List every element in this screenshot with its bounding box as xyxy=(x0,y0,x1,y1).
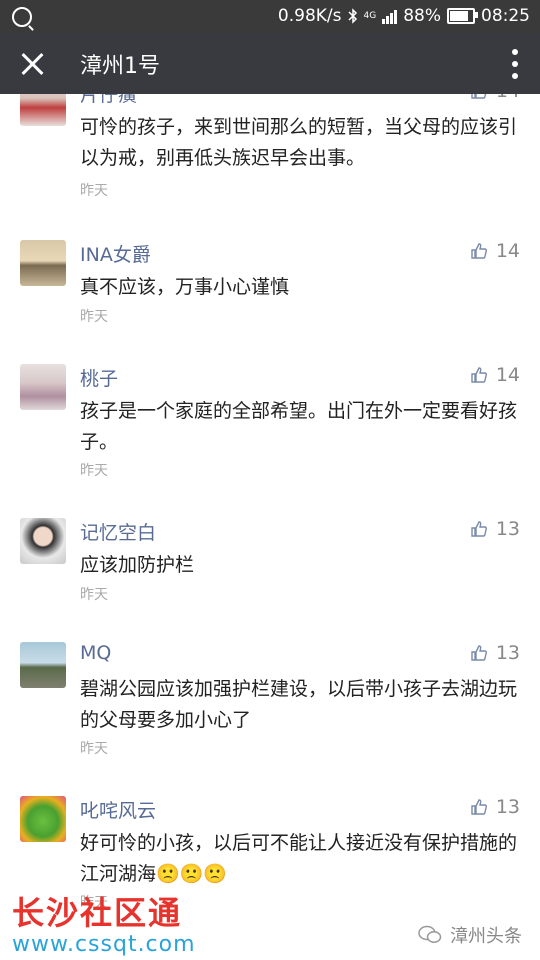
network-type: 4G xyxy=(363,10,377,21)
like-button[interactable]: 14 xyxy=(470,94,520,102)
source-watermark: 漳州头条 xyxy=(418,922,522,948)
avatar[interactable] xyxy=(20,94,66,126)
watermark-url: www.cssqt.com xyxy=(12,932,196,957)
comment-text: 可怜的孩子，来到世间那么的短暂，当父母的应该引以为戒，别再低头族迟早会出事。 xyxy=(80,116,518,169)
app-header: 漳州1号 xyxy=(0,34,540,94)
comment-author[interactable]: INA女爵 xyxy=(80,240,151,267)
like-button[interactable]: 14 xyxy=(470,364,520,386)
comment-text: 好可怜的小孩，以后可不能让人接近没有保护措施的江河湖海🙁🙁🙁 xyxy=(80,832,518,885)
status-right: 0.98K/s 4G 88% 08:25 xyxy=(278,6,530,26)
like-count: 13 xyxy=(495,796,520,818)
like-count: 14 xyxy=(495,364,520,386)
comment-author[interactable]: 片仔癀 xyxy=(80,94,137,107)
comment-time: 昨天 xyxy=(80,587,108,603)
signal-icon xyxy=(382,8,398,24)
more-icon[interactable] xyxy=(512,49,518,79)
avatar[interactable] xyxy=(20,240,66,286)
comment-author[interactable]: 桃子 xyxy=(80,364,118,391)
comment-text: 碧湖公园应该加强护栏建设，以后带小孩子去湖边玩的父母要多加小心了 xyxy=(80,678,518,731)
like-count: 13 xyxy=(495,642,520,664)
watermark: 长沙社区通 www.cssqt.com xyxy=(12,888,196,957)
thumb-up-icon xyxy=(471,799,487,815)
bluetooth-icon xyxy=(347,8,358,24)
comment-time: 昨天 xyxy=(80,741,108,757)
clock: 08:25 xyxy=(481,6,530,26)
battery-icon xyxy=(447,8,478,24)
like-count: 14 xyxy=(495,240,520,262)
status-bar: 0.98K/s 4G 88% 08:25 xyxy=(0,0,540,34)
comment-list[interactable]: 片仔癀 14 可怜的孩子，来到世间那么的短暂，当父母的应该引以为戒，别再低头族迟… xyxy=(0,94,540,960)
comment-author[interactable]: MQ xyxy=(80,642,111,664)
watermark-brand: 长沙社区通 xyxy=(12,894,183,932)
thumb-up-icon xyxy=(471,94,487,99)
like-button[interactable]: 13 xyxy=(470,642,520,664)
like-count: 13 xyxy=(495,518,520,540)
thumb-up-icon xyxy=(471,521,487,537)
like-count: 14 xyxy=(496,94,520,102)
comment-text: 孩子是一个家庭的全部希望。出门在外一定要看好孩子。 xyxy=(80,400,518,453)
comment-text: 真不应该，万事小心谨慎 xyxy=(80,276,290,298)
search-notification-icon xyxy=(12,7,32,27)
comment-text: 应该加防护栏 xyxy=(80,554,195,576)
comment-author[interactable]: 叱咤风云 xyxy=(80,796,156,823)
close-icon[interactable] xyxy=(18,50,46,78)
avatar[interactable] xyxy=(20,364,66,410)
avatar[interactable] xyxy=(20,642,66,688)
like-button[interactable]: 14 xyxy=(470,240,520,262)
comment-time: 昨天 xyxy=(80,183,108,199)
page-title: 漳州1号 xyxy=(80,54,160,79)
comment-author[interactable]: 记忆空白 xyxy=(80,518,156,545)
comment-time: 昨天 xyxy=(80,463,108,479)
thumb-up-icon xyxy=(471,645,487,661)
avatar[interactable] xyxy=(20,796,66,842)
source-name: 漳州头条 xyxy=(450,926,522,947)
network-speed: 0.98K/s xyxy=(277,6,342,26)
thumb-up-icon xyxy=(471,243,487,259)
like-button[interactable]: 13 xyxy=(470,796,520,818)
thumb-up-icon xyxy=(471,367,487,383)
comment-time: 昨天 xyxy=(80,309,108,325)
battery-percent: 88% xyxy=(403,6,441,26)
like-button[interactable]: 13 xyxy=(470,518,520,540)
wechat-icon xyxy=(418,925,442,943)
avatar[interactable] xyxy=(20,518,66,564)
